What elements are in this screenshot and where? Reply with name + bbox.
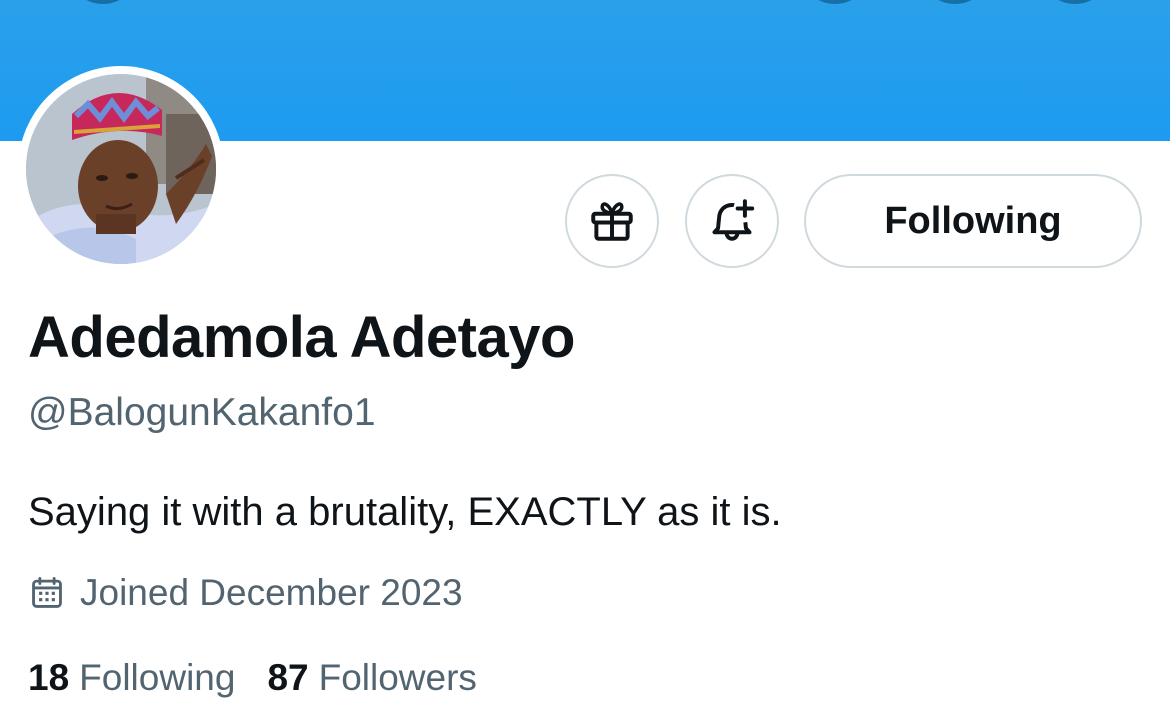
header-back-button-edge[interactable] [72, 0, 134, 4]
header-action-button-edge[interactable] [1044, 0, 1106, 4]
following-count-link[interactable]: 18 Following [28, 657, 235, 699]
following-button[interactable]: Following [804, 174, 1142, 268]
avatar[interactable] [26, 74, 216, 264]
followers-label: Followers [318, 657, 477, 698]
following-count: 18 [28, 657, 70, 698]
profile-stats: 18 Following 87 Followers [28, 657, 477, 699]
following-label: Following [79, 657, 236, 698]
followers-count: 87 [267, 657, 309, 698]
joined-date: Joined December 2023 [28, 572, 463, 614]
header-action-button-edge[interactable] [924, 0, 986, 4]
followers-count-link[interactable]: 87 Followers [267, 657, 476, 699]
calendar-icon [32, 577, 62, 608]
bio: Saying it with a brutality, EXACTLY as i… [28, 490, 782, 534]
notifications-button[interactable] [685, 174, 779, 268]
avatar-photo [26, 74, 216, 264]
gift-icon [591, 202, 633, 241]
gift-button[interactable] [565, 174, 659, 268]
user-handle: @BalogunKakanfo1 [28, 391, 376, 434]
following-button-label: Following [884, 199, 1062, 242]
display-name: Adedamola Adetayo [28, 305, 575, 370]
joined-date-text: Joined December 2023 [80, 572, 463, 613]
header-action-button-edge[interactable] [804, 0, 866, 4]
bell-plus-icon [712, 199, 755, 241]
